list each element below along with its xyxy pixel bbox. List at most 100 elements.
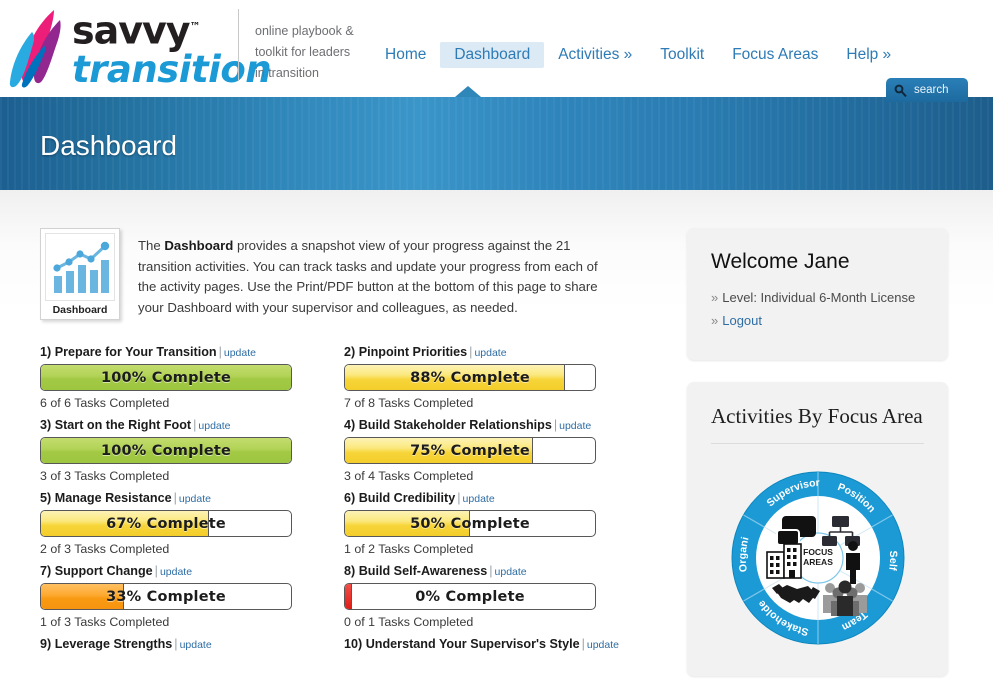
focus-area-panel: Activities By Focus Area FOCUS AREAS Sup…: [687, 382, 948, 676]
activity-link[interactable]: 9) Leverage Strengths: [40, 637, 172, 651]
update-link[interactable]: update: [198, 420, 230, 432]
dashboard-thumbnail: Dashboard: [40, 228, 120, 320]
progress-tasks-count: 1 of 3 Tasks Completed: [40, 615, 170, 629]
progress-tasks-count: 3 of 4 Tasks Completed: [344, 469, 474, 483]
progress-tasks-count: 2 of 3 Tasks Completed: [40, 542, 170, 556]
progress-tasks-count: 1 of 2 Tasks Completed: [344, 542, 474, 556]
intro-bold-term: Dashboard: [164, 238, 234, 253]
welcome-panel: Welcome Jane » Level: Individual 6-Month …: [687, 228, 948, 360]
progress-bar-label: 75% Complete: [410, 442, 530, 459]
progress-item: 5) Manage Resistance | update 67% Complete…: [40, 491, 340, 556]
nav-item-activities[interactable]: Activities »: [544, 42, 646, 68]
progress-bar[interactable]: 100% Complete: [40, 437, 292, 464]
panel-divider: [711, 443, 924, 444]
focus-area-wheel[interactable]: FOCUS AREAS Supervisor Position Self Tea…: [711, 454, 924, 662]
progress-bar[interactable]: 0% Complete: [344, 583, 596, 610]
sidebar-column: Welcome Jane » Level: Individual 6-Month …: [672, 190, 993, 690]
main-content-column: Dashboard The Dashboard provides a snaps…: [0, 190, 672, 690]
progress-item: 7) Support Change | update 33% Complete 1 …: [40, 564, 340, 629]
progress-bar-label: 100% Complete: [100, 369, 232, 386]
savvy-flame-logo-icon: [9, 10, 61, 88]
update-link[interactable]: update: [179, 493, 211, 505]
focus-area-heading: Activities By Focus Area: [711, 404, 923, 428]
progress-title: 2) Pinpoint Priorities | update: [344, 345, 507, 359]
site-header: savvy™ transition online playbook & tool…: [0, 0, 993, 102]
logo-wordmark-primary: savvy™: [72, 8, 201, 53]
progress-tasks-count: 7 of 8 Tasks Completed: [344, 396, 474, 410]
progress-title: 9) Leverage Strengths | update: [40, 637, 212, 651]
main-navigation: Home Dashboard Activities » Toolkit Focu…: [371, 40, 905, 70]
progress-title: 6) Build Credibility | update: [344, 491, 495, 505]
progress-bar[interactable]: 33% Complete: [40, 583, 292, 610]
progress-bar-label: 50% Complete: [410, 515, 530, 532]
progress-title: 8) Build Self-Awareness | update: [344, 564, 527, 578]
progress-grid: 1) Prepare for Your Transition | update 10…: [40, 345, 672, 664]
intro-paragraph: The Dashboard provides a snapshot view o…: [138, 238, 598, 315]
nav-item-toolkit[interactable]: Toolkit: [646, 42, 718, 68]
progress-title: 3) Start on the Right Foot | update: [40, 418, 231, 432]
activity-link[interactable]: 5) Manage Resistance: [40, 491, 172, 505]
progress-bar[interactable]: 50% Complete: [344, 510, 596, 537]
wheel-center-line2: AREAS: [803, 557, 833, 567]
wheel-label-self: Self: [886, 550, 899, 571]
progress-bar-label: 100% Complete: [100, 442, 232, 459]
progress-title: 10) Understand Your Supervisor's Style | u…: [344, 637, 619, 651]
chevron-icon: »: [711, 313, 719, 328]
progress-bar[interactable]: 67% Complete: [40, 510, 292, 537]
update-link[interactable]: update: [180, 639, 212, 651]
site-logo[interactable]: savvy™ transition: [0, 0, 272, 89]
update-link[interactable]: update: [587, 639, 619, 651]
progress-tasks-count: 3 of 3 Tasks Completed: [40, 469, 170, 483]
search-label: search: [914, 84, 949, 96]
progress-bar-label: 67% Complete: [106, 515, 226, 532]
progress-item: 1) Prepare for Your Transition | update 10…: [40, 345, 340, 410]
progress-title: 7) Support Change | update: [40, 564, 193, 578]
update-link[interactable]: update: [495, 566, 527, 578]
nav-item-help[interactable]: Help »: [832, 42, 905, 68]
activity-link[interactable]: 4) Build Stakeholder Relationships: [344, 418, 552, 432]
progress-item: 10) Understand Your Supervisor's Style | u…: [344, 637, 644, 656]
progress-item: 4) Build Stakeholder Relationships | updat…: [344, 418, 644, 483]
focus-areas-wheel-diagram[interactable]: FOCUS AREAS Supervisor Position Self Tea…: [714, 454, 922, 662]
progress-tasks-count: 0 of 1 Tasks Completed: [344, 615, 474, 629]
update-link[interactable]: update: [224, 347, 256, 359]
activity-link[interactable]: 7) Support Change: [40, 564, 153, 578]
welcome-heading: Welcome Jane: [711, 250, 850, 273]
bar-line-chart-icon: [53, 241, 110, 293]
activity-link[interactable]: 6) Build Credibility: [344, 491, 455, 505]
search-box[interactable]: search: [886, 78, 968, 102]
update-link[interactable]: update: [160, 566, 192, 578]
activity-link[interactable]: 3) Start on the Right Foot: [40, 418, 191, 432]
progress-title: 1) Prepare for Your Transition | update: [40, 345, 256, 359]
nav-item-dashboard[interactable]: Dashboard: [440, 42, 545, 68]
activity-link[interactable]: 2) Pinpoint Priorities: [344, 345, 467, 359]
progress-bar[interactable]: 75% Complete: [344, 437, 596, 464]
logout-row: » Logout: [711, 313, 924, 328]
activity-link[interactable]: 1) Prepare for Your Transition: [40, 345, 217, 359]
logout-link[interactable]: Logout: [722, 313, 762, 328]
progress-item: 8) Build Self-Awareness | update 0% Comple…: [344, 564, 644, 629]
nav-item-home[interactable]: Home: [371, 42, 440, 68]
update-link[interactable]: update: [559, 420, 591, 432]
page-banner: Dashboard: [0, 86, 993, 190]
update-link[interactable]: update: [463, 493, 495, 505]
people-group-icon: [822, 580, 867, 616]
activity-link[interactable]: 10) Understand Your Supervisor's Style: [344, 637, 580, 651]
progress-bar[interactable]: 100% Complete: [40, 364, 292, 391]
progress-bar-label: 33% Complete: [106, 588, 226, 605]
nav-item-focus-areas[interactable]: Focus Areas: [718, 42, 832, 68]
activity-link[interactable]: 8) Build Self-Awareness: [344, 564, 487, 578]
license-level-text: Level: Individual 6-Month License: [722, 290, 916, 305]
update-link[interactable]: update: [474, 347, 506, 359]
chevron-icon: »: [711, 290, 719, 305]
progress-bar[interactable]: 88% Complete: [344, 364, 596, 391]
progress-tasks-count: 6 of 6 Tasks Completed: [40, 396, 170, 410]
trademark-symbol: ™: [189, 20, 201, 33]
page-title: Dashboard: [40, 130, 177, 161]
dashboard-thumbnail-label: Dashboard: [52, 304, 108, 316]
progress-item: 3) Start on the Right Foot | update 100% C…: [40, 418, 340, 483]
progress-item: 2) Pinpoint Priorities | update 88% Comple…: [344, 345, 644, 410]
progress-bar-label: 0% Complete: [415, 588, 525, 605]
progress-bar-label: 88% Complete: [410, 369, 530, 386]
page-body: Dashboard The Dashboard provides a snaps…: [0, 190, 993, 690]
